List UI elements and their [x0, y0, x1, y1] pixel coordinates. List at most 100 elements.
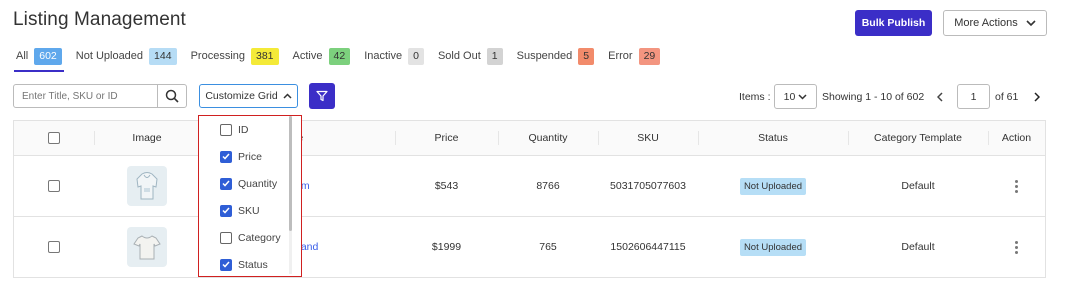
column-option-label: Price: [238, 150, 262, 163]
tab-error[interactable]: Error 29: [608, 45, 661, 67]
product-thumbnail[interactable]: [127, 227, 167, 267]
column-header-image: Image: [94, 121, 200, 155]
row-checkbox[interactable]: [48, 180, 60, 192]
tshirt-icon: [133, 235, 161, 260]
chevron-right-icon: [1034, 91, 1040, 102]
select-all-checkbox[interactable]: [48, 132, 60, 144]
prev-page-button[interactable]: [930, 84, 950, 109]
status-badge: Not Uploaded: [739, 238, 807, 256]
status-cell: Not Uploaded: [698, 217, 848, 277]
column-checkbox[interactable]: [220, 150, 232, 163]
showing-range: Showing 1 - 10 of 602: [822, 91, 925, 103]
column-header-sku: SKU: [598, 121, 698, 155]
column-header-quantity: Quantity: [498, 121, 598, 155]
sku-cell: 1502606447115: [610, 241, 686, 253]
customize-grid-button[interactable]: Customize Grid: [199, 84, 298, 108]
chevron-down-icon: [798, 93, 807, 100]
page-total: of 61: [995, 91, 1019, 103]
column-option-label: ID: [238, 123, 249, 136]
tab-inactive[interactable]: Inactive 0: [364, 45, 424, 67]
filter-icon: [316, 90, 328, 102]
items-per-page-select[interactable]: 10: [774, 84, 817, 109]
column-option-price[interactable]: Price: [199, 143, 301, 170]
tab-label: Sold Out: [437, 50, 481, 62]
column-option-sku[interactable]: SKU: [199, 197, 301, 224]
table-row: band $1999 765 1502606447115 Not Uploade…: [14, 217, 1045, 278]
column-header-action: Action: [988, 121, 1045, 155]
column-option-label: Category: [238, 231, 281, 244]
customize-grid-label: Customize Grid: [205, 90, 278, 102]
page-title: Listing Management: [13, 9, 186, 30]
column-checkbox[interactable]: [220, 123, 232, 136]
tab-count-badge: 29: [638, 47, 661, 65]
tab-count-badge: 144: [149, 47, 177, 65]
column-checkbox[interactable]: [220, 177, 232, 190]
bulk-publish-button[interactable]: Bulk Publish: [855, 10, 932, 36]
tab-suspended[interactable]: Suspended 5: [517, 45, 595, 67]
column-checkbox[interactable]: [220, 231, 232, 244]
tab-label: Suspended: [516, 50, 573, 62]
column-option-label: SKU: [238, 204, 260, 217]
search-button[interactable]: [157, 85, 186, 107]
kebab-menu-icon[interactable]: [1015, 179, 1018, 193]
column-option-category[interactable]: Category: [199, 224, 301, 251]
tab-processing[interactable]: Processing 381: [191, 45, 279, 67]
row-checkbox[interactable]: [48, 241, 60, 253]
column-option-quantity[interactable]: Quantity: [199, 170, 301, 197]
tab-count-badge: 42: [328, 47, 351, 65]
listing-table: Image le Price Quantity SKU Status Categ…: [13, 120, 1046, 278]
status-tabs: All 602 Not Uploaded 144 Processing 381 …: [14, 45, 674, 72]
tab-sold-out[interactable]: Sold Out 1: [438, 45, 503, 67]
row-actions[interactable]: [988, 217, 1045, 277]
row-actions[interactable]: [988, 156, 1045, 216]
tab-count-badge: 1: [486, 47, 503, 65]
items-per-page-value: 10: [783, 90, 796, 103]
dropdown-scrollbar[interactable]: [289, 116, 292, 231]
tab-all[interactable]: All 602: [14, 45, 64, 72]
page-number-input[interactable]: 1: [957, 84, 990, 109]
search-input[interactable]: [14, 85, 158, 107]
chevron-left-icon: [937, 91, 943, 102]
more-actions-button[interactable]: More Actions: [943, 10, 1047, 36]
status-badge: Not Uploaded: [739, 177, 807, 195]
column-checkbox[interactable]: [220, 204, 232, 217]
column-option-id[interactable]: ID: [199, 116, 301, 143]
search-box: [13, 84, 187, 108]
tab-count-badge: 602: [34, 47, 62, 65]
tab-count-badge: 0: [408, 47, 424, 65]
tab-label: All: [16, 50, 29, 62]
header-select-all: [14, 121, 94, 155]
row-select: [14, 156, 94, 216]
tab-label: Processing: [190, 50, 245, 62]
next-page-button[interactable]: [1027, 84, 1047, 109]
kebab-menu-icon[interactable]: [1015, 240, 1018, 254]
column-header-price: Price: [395, 121, 498, 155]
product-image-cell: [94, 156, 200, 216]
tab-not-uploaded[interactable]: Not Uploaded 144: [76, 45, 177, 67]
product-thumbnail[interactable]: [127, 166, 167, 206]
check-icon: [222, 261, 230, 268]
tab-count-badge: 5: [578, 47, 595, 65]
column-header-status: Status: [698, 121, 848, 155]
search-icon: [165, 89, 179, 103]
column-option-status[interactable]: Status: [199, 251, 301, 276]
column-header-category: Category Template: [848, 121, 988, 155]
quantity-cell: 765: [539, 241, 557, 253]
tab-label: Error: [608, 50, 633, 62]
category-cell: Default: [901, 180, 935, 192]
price-cell: $543: [434, 180, 459, 192]
quantity-cell: 8766: [536, 180, 560, 192]
filter-button[interactable]: [309, 83, 335, 109]
customize-grid-dropdown: ID Price Quantity SKU Category Status: [198, 115, 302, 277]
column-option-label: Status: [238, 258, 268, 271]
tab-label: Active: [292, 50, 323, 62]
column-checkbox[interactable]: [220, 258, 232, 271]
chevron-down-icon: [1026, 19, 1036, 26]
tab-count-badge: 381: [251, 47, 279, 65]
more-actions-label: More Actions: [954, 17, 1018, 29]
tab-label: Not Uploaded: [75, 50, 144, 62]
tab-label: Inactive: [364, 50, 403, 62]
tab-active[interactable]: Active 42: [293, 45, 351, 67]
check-icon: [222, 207, 230, 214]
chevron-up-icon: [283, 93, 292, 99]
